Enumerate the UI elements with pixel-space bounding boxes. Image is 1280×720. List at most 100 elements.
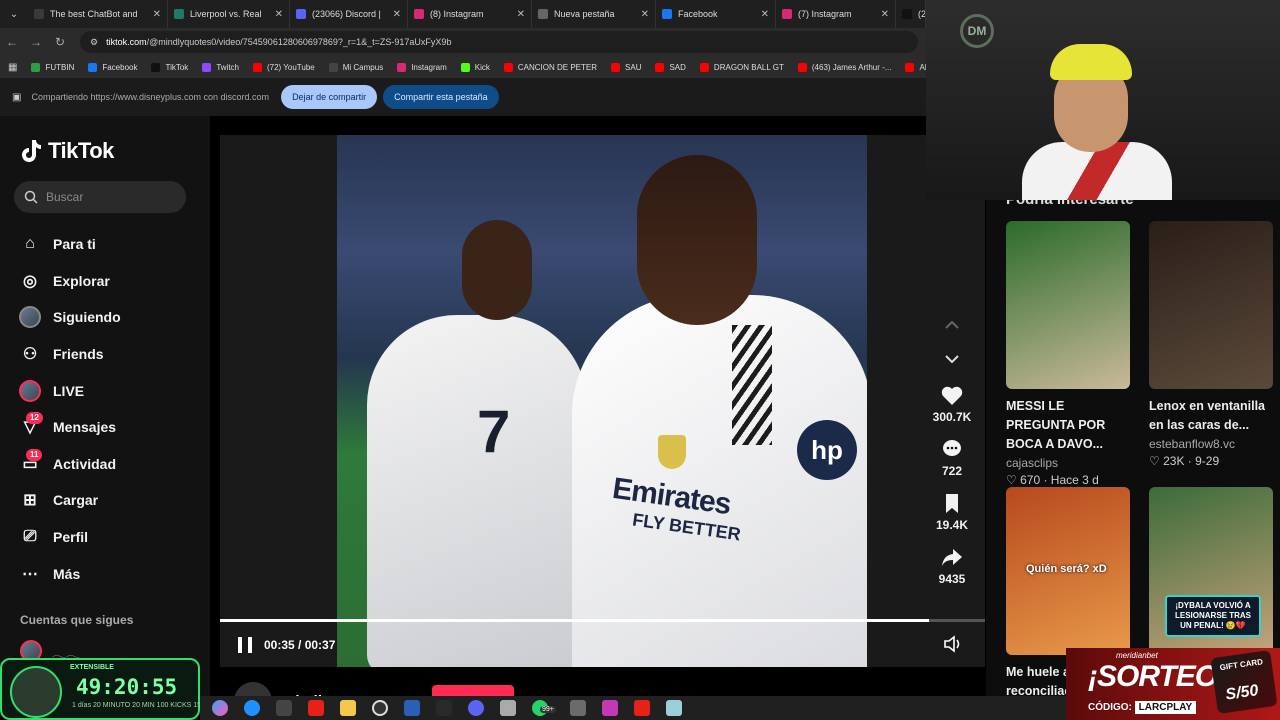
friends-icon: ⚇ xyxy=(22,346,38,364)
tab-search-icon[interactable]: ⌄ xyxy=(0,0,28,28)
like-button[interactable]: 300.7K xyxy=(930,384,974,424)
bookmark-item[interactable]: FUTBIN xyxy=(31,62,74,72)
forward-icon[interactable]: → xyxy=(24,35,48,49)
sidebar-item-actividad[interactable]: ▭ 11 Actividad xyxy=(18,446,121,483)
bookmark-item[interactable]: Facebook xyxy=(88,62,137,72)
folder-icon[interactable] xyxy=(340,700,356,716)
nav-avatar xyxy=(19,379,41,402)
brush-icon[interactable] xyxy=(500,700,516,716)
media-icon[interactable] xyxy=(634,700,650,716)
url-field[interactable]: ⚙ tiktok.com /@mindlyquotes0/video/75459… xyxy=(80,31,918,53)
youtube-icon[interactable] xyxy=(308,700,324,716)
comment-button[interactable]: 722 xyxy=(930,438,974,478)
video-player[interactable]: 7 hp Emirates FLY BETTER 00:35 / 00:37 xyxy=(220,135,985,667)
notes-icon[interactable] xyxy=(666,700,682,716)
terminal-icon[interactable] xyxy=(276,700,292,716)
obs-icon[interactable] xyxy=(372,700,388,716)
bookmark-item[interactable]: SAD xyxy=(655,62,686,72)
copilot-icon[interactable] xyxy=(212,700,228,716)
reload-icon[interactable]: ↻ xyxy=(48,35,72,49)
browser-tab[interactable]: The best ChatBot and ✕ xyxy=(28,0,168,28)
browser-tab[interactable]: (23066) Discord | ✕ xyxy=(290,0,408,28)
discord-icon[interactable] xyxy=(468,700,484,716)
recommendation-thumbnail[interactable] xyxy=(1149,221,1273,389)
bookmark-item[interactable]: TikTok xyxy=(151,62,189,72)
share-this-tab-button[interactable]: Compartir esta pestaña xyxy=(383,85,499,109)
browser-tab[interactable]: Nueva pestaña ✕ xyxy=(532,0,656,28)
recommendation-title[interactable]: Lenox en ventanilla en las caras de... xyxy=(1149,397,1273,435)
video-frame[interactable]: 7 hp Emirates FLY BETTER xyxy=(337,135,867,667)
bookmark-label: TikTok xyxy=(165,62,189,72)
sidebar-item-siguiendo[interactable]: Siguiendo xyxy=(18,299,121,336)
sidebar-item-friends[interactable]: ⚇ Friends xyxy=(18,336,121,373)
pause-icon[interactable] xyxy=(238,637,252,653)
bookmark-item[interactable]: (72) YouTube xyxy=(252,62,315,72)
recommendation-user[interactable]: estebanflow8.vc xyxy=(1149,437,1273,451)
sidebar-item-perfil[interactable]: ⎚ Perfil xyxy=(18,519,121,556)
bookmark-item[interactable]: Kick xyxy=(460,62,490,72)
browser-tab[interactable]: (8) Instagram ✕ xyxy=(408,0,532,28)
save-button[interactable]: 19.4K xyxy=(930,492,974,532)
save-count: 19.4K xyxy=(935,518,969,532)
search-placeholder: Buscar xyxy=(46,190,84,204)
tab-close-icon[interactable]: ✕ xyxy=(875,9,889,20)
site-info-icon[interactable]: ⚙ xyxy=(90,37,98,48)
apps-grid-icon[interactable]: ▦ xyxy=(8,62,17,73)
bookmark-item[interactable]: CANCION DE PETER xyxy=(503,62,597,72)
whatsapp-icon[interactable]: 99+ xyxy=(532,700,556,716)
recommendation-thumbnail[interactable]: Quién será? xD xyxy=(1006,487,1130,655)
sidebar-item-mensajes[interactable]: ▽ 12 Mensajes xyxy=(18,409,121,446)
bookmark-favicon-icon xyxy=(328,62,338,72)
more-icon: ⋯ xyxy=(22,565,38,583)
browser-tab[interactable]: Facebook ✕ xyxy=(656,0,776,28)
recommendation-title[interactable]: MESSI LE PREGUNTA POR BOCA A DAVO... xyxy=(1006,397,1130,454)
arrow-icon[interactable] xyxy=(436,700,452,716)
bookmark-favicon-icon xyxy=(905,62,915,72)
recommendation-card[interactable]: MESSI LE PREGUNTA POR BOCA A DAVO... caja… xyxy=(1006,221,1130,487)
tab-close-icon[interactable]: ✕ xyxy=(269,9,283,20)
comment-count: 722 xyxy=(941,464,963,478)
previous-video-icon[interactable] xyxy=(944,320,960,330)
bookmark-item[interactable]: Twitch xyxy=(202,62,239,72)
sidebar-item-explorar[interactable]: ◎ Explorar xyxy=(18,263,121,300)
video-progress-bar[interactable] xyxy=(220,619,985,622)
recommendation-card[interactable]: ¡DYBALA VOLVIÓ A LESIONARSE TRAS UN PENA… xyxy=(1149,487,1273,655)
next-video-icon[interactable] xyxy=(944,354,960,364)
tab-close-icon[interactable]: ✕ xyxy=(387,9,401,20)
tab-close-icon[interactable]: ✕ xyxy=(755,9,769,20)
recommendation-thumbnail[interactable] xyxy=(1006,221,1130,389)
edge-icon[interactable] xyxy=(244,700,260,716)
share-button[interactable]: 9435 xyxy=(930,546,974,586)
browser-tab[interactable]: (23) xyxy=(896,0,926,28)
sidebar-item-más[interactable]: ⋯ Más xyxy=(18,555,121,592)
bookmark-item[interactable]: SAU xyxy=(611,62,641,72)
recommendation-thumbnail[interactable]: ¡DYBALA VOLVIÓ A LESIONARSE TRAS UN PENA… xyxy=(1149,487,1273,655)
tiktok-logo[interactable]: TikTok xyxy=(20,138,114,164)
onenote-icon[interactable] xyxy=(602,700,618,716)
stop-sharing-button[interactable]: Dejar de compartir xyxy=(281,85,378,109)
player-foreground-head xyxy=(637,155,757,325)
sidebar-item-live[interactable]: LIVE xyxy=(18,372,121,409)
bookmark-item[interactable]: DRAGON BALL GT xyxy=(699,62,784,72)
tab-close-icon[interactable]: ✕ xyxy=(147,9,161,20)
sidebar-item-label: Actividad xyxy=(53,455,117,472)
browser-tab[interactable]: (7) Instagram ✕ xyxy=(776,0,896,28)
calculator-icon[interactable] xyxy=(570,700,586,716)
tab-close-icon[interactable]: ✕ xyxy=(511,9,525,20)
player-foreground: hp Emirates FLY BETTER xyxy=(572,155,867,667)
tab-close-icon[interactable]: ✕ xyxy=(635,9,649,20)
bookmark-item[interactable]: Mi Campus xyxy=(328,62,383,72)
bookmark-item[interactable]: AMOR xyxy=(905,62,926,72)
word-icon[interactable] xyxy=(404,700,420,716)
sidebar-item-para-ti[interactable]: ⌂ Para ti xyxy=(18,226,121,263)
recommendation-card[interactable]: Lenox en ventanilla en las caras de... es… xyxy=(1149,221,1273,468)
search-input[interactable]: Buscar xyxy=(14,181,186,213)
bookmark-item[interactable]: (463) James Arthur -... xyxy=(797,62,891,72)
browser-tab[interactable]: Liverpool vs. Real ✕ xyxy=(168,0,290,28)
volume-icon[interactable] xyxy=(943,635,963,653)
back-icon[interactable]: ← xyxy=(0,35,24,49)
url-path: /@mindlyquotes0/video/754590612806069786… xyxy=(146,37,452,47)
bookmark-item[interactable]: Instagram xyxy=(397,62,447,72)
recommendation-user[interactable]: cajasclips xyxy=(1006,456,1130,470)
sidebar-item-cargar[interactable]: ⊞ Cargar xyxy=(18,482,121,519)
